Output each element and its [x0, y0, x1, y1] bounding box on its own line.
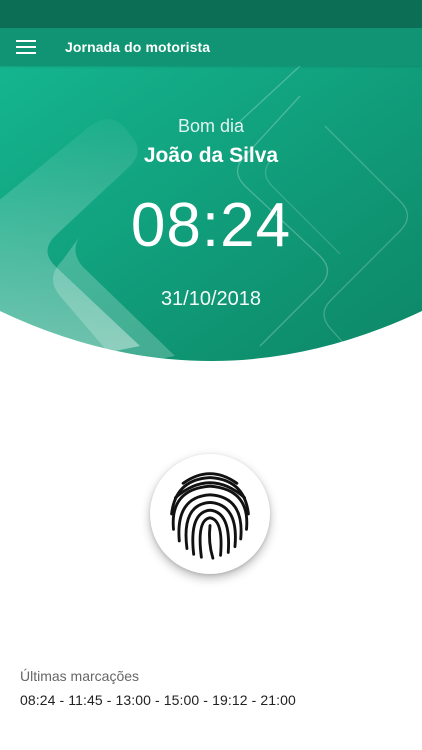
fingerprint-punch-button[interactable] [150, 454, 270, 574]
hamburger-menu-icon [16, 40, 36, 54]
current-time: 08:24 [130, 191, 292, 260]
user-name: João da Silva [143, 144, 279, 167]
status-bar [0, 0, 422, 28]
last-marks-label: Últimas marcações [20, 668, 140, 684]
greeting-text: Bom dia [177, 116, 245, 136]
fingerprint-icon [170, 472, 250, 560]
current-date: 31/10/2018 [160, 288, 262, 310]
app-screen: Jornada do motorista Bom dia João da Sil… [0, 0, 422, 750]
hero-banner: Bom dia João da Silva 08:24 31/10/2018 [0, 66, 422, 366]
last-marks-times: 08:24 - 11:45 - 13:00 - 15:00 - 19:12 - … [20, 692, 296, 708]
menu-button[interactable] [15, 39, 37, 55]
app-bar: Jornada do motorista [0, 28, 422, 66]
app-title: Jornada do motorista [65, 39, 211, 55]
